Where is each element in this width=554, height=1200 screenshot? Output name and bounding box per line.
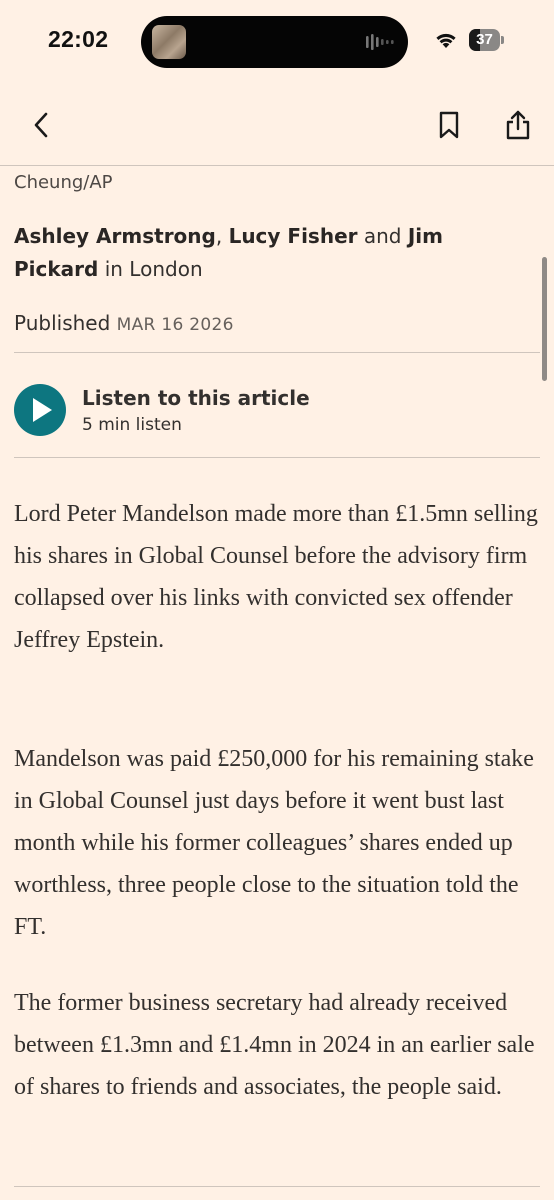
byline-location: in London [98, 257, 203, 281]
battery-percentage: 37 [476, 31, 493, 48]
back-button[interactable] [24, 108, 58, 142]
status-bar: 22:02 37 [0, 0, 554, 84]
scrollbar[interactable] [542, 257, 547, 381]
author-link[interactable]: Ashley Armstrong [14, 224, 216, 248]
published-date: MAR 16 2026 [116, 315, 234, 335]
toolbar-divider [0, 165, 554, 166]
play-icon [33, 398, 52, 422]
share-icon [506, 110, 530, 140]
divider [14, 457, 540, 458]
byline: Ashley Armstrong, Lucy Fisher and Jim Pi… [14, 224, 443, 281]
chevron-left-icon [34, 112, 48, 138]
share-button[interactable] [501, 108, 535, 142]
wifi-icon [436, 33, 456, 48]
published-info: Published MAR 16 2026 [14, 311, 234, 335]
now-playing-thumbnail [152, 25, 186, 59]
status-time: 22:02 [48, 26, 109, 52]
dynamic-island[interactable] [141, 16, 408, 68]
divider [14, 352, 540, 353]
article-paragraph: The former business secretary had alread… [14, 990, 535, 1100]
author-link[interactable]: Lucy Fisher [229, 224, 358, 248]
battery-icon: 37 [469, 29, 504, 51]
divider [14, 1186, 540, 1187]
audio-waveform-icon [366, 34, 394, 50]
article-paragraph: Lord Peter Mandelson made more than £1.5… [14, 501, 538, 653]
image-credit: Cheung/AP [14, 172, 113, 193]
listen-play-button[interactable] [14, 384, 66, 436]
article-paragraph: Mandelson was paid £250,000 for his rema… [14, 746, 534, 940]
published-label: Published [14, 311, 111, 335]
listen-title[interactable]: Listen to this article [82, 386, 310, 410]
article-toolbar [0, 84, 554, 166]
bookmark-button[interactable] [432, 108, 466, 142]
bookmark-icon [439, 111, 459, 139]
listen-duration: 5 min listen [82, 415, 182, 435]
